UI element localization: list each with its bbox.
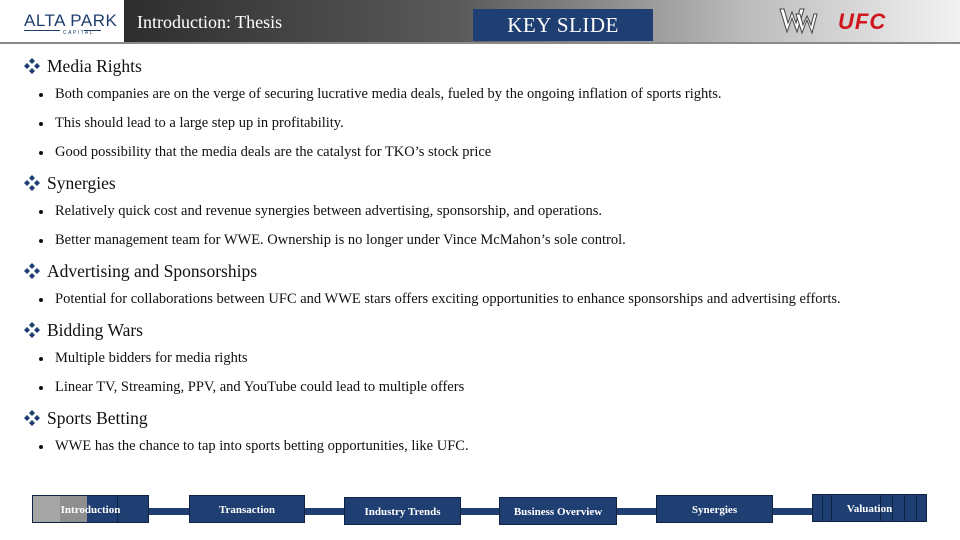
list-item: Potential for collaborations between UFC… <box>24 289 944 310</box>
section-title: Synergies <box>47 172 116 193</box>
section-advertising-sponsorships: Advertising and Sponsorships Potential f… <box>24 259 944 310</box>
thesis-content: Media Rights Both companies are on the v… <box>24 54 944 465</box>
nav-label: Introduction <box>60 504 121 516</box>
nav-connector <box>148 508 190 515</box>
nav-valuation[interactable]: Valuation <box>812 494 927 522</box>
section-synergies: Synergies Relatively quick cost and reve… <box>24 171 944 251</box>
section-bidding-wars: Bidding Wars Multiple bidders for media … <box>24 318 944 398</box>
nav-connector <box>460 508 500 515</box>
section-title: Sports Betting <box>47 407 148 428</box>
list-item: Better management team for WWE. Ownershi… <box>24 230 944 251</box>
page-title: Introduction: Thesis <box>137 12 283 32</box>
list-item: Multiple bidders for media rights <box>24 348 944 369</box>
nav-transaction[interactable]: Transaction <box>189 495 305 523</box>
nav-label: Valuation <box>846 503 893 515</box>
key-slide-badge: KEY SLIDE <box>473 9 653 41</box>
bullet-text: WWE has the chance to tap into sports be… <box>55 438 469 454</box>
nav-label: Transaction <box>218 504 276 516</box>
section-header: Bidding Wars <box>24 318 944 342</box>
list-item: WWE has the chance to tap into sports be… <box>24 436 944 457</box>
wwe-logo-icon <box>779 8 818 35</box>
nav-connector <box>772 508 813 515</box>
bullet-dot-icon <box>39 238 43 243</box>
ufc-logo: UFC <box>838 9 887 34</box>
diamond-bullet-icon <box>24 175 40 191</box>
section-title: Bidding Wars <box>47 319 143 340</box>
section-header: Advertising and Sponsorships <box>24 259 944 283</box>
section-title: Media Rights <box>47 55 142 76</box>
bullet-text: This should lead to a large step up in p… <box>55 115 344 131</box>
nav-connector <box>616 508 657 515</box>
bullet-dot-icon <box>39 121 43 126</box>
section-media-rights: Media Rights Both companies are on the v… <box>24 54 944 163</box>
logo-rule-right <box>84 30 101 31</box>
diamond-bullet-icon <box>24 410 40 426</box>
bullet-dot-icon <box>39 150 43 155</box>
bullet-dot-icon <box>39 297 43 302</box>
section-header: Synergies <box>24 171 944 195</box>
bullet-text: Potential for collaborations between UFC… <box>55 291 841 307</box>
nav-industry-trends[interactable]: Industry Trends <box>344 497 461 525</box>
list-item: This should lead to a large step up in p… <box>24 113 944 134</box>
nav-connector <box>304 508 345 515</box>
section-sports-betting: Sports Betting WWE has the chance to tap… <box>24 406 944 457</box>
bullet-text: Better management team for WWE. Ownershi… <box>55 232 626 248</box>
bullet-dot-icon <box>39 356 43 361</box>
bullet-dot-icon <box>39 92 43 97</box>
bullet-dot-icon <box>39 385 43 390</box>
bullet-text: Relatively quick cost and revenue synerg… <box>55 203 602 219</box>
nav-introduction[interactable]: Introduction <box>32 495 149 523</box>
list-item: Linear TV, Streaming, PPV, and YouTube c… <box>24 377 944 398</box>
section-title: Advertising and Sponsorships <box>47 260 257 281</box>
logo-main-text: ALTA PARK <box>24 11 118 30</box>
nav-label: Industry Trends <box>364 506 441 518</box>
nav-synergies[interactable]: Synergies <box>656 495 773 523</box>
section-header: Sports Betting <box>24 406 944 430</box>
list-item: Relatively quick cost and revenue synerg… <box>24 201 944 222</box>
header-divider <box>0 42 960 44</box>
nav-divider <box>904 495 905 521</box>
alta-park-logo: ALTA PARK CAPITAL <box>0 0 124 43</box>
nav-divider <box>916 495 917 521</box>
diamond-bullet-icon <box>24 322 40 338</box>
bullet-text: Good possibility that the media deals ar… <box>55 144 492 160</box>
nav-label: Business Overview <box>513 506 603 518</box>
diamond-bullet-icon <box>24 58 40 74</box>
bullet-dot-icon <box>39 444 43 449</box>
diamond-bullet-icon <box>24 263 40 279</box>
section-header: Media Rights <box>24 54 944 78</box>
list-item: Both companies are on the verge of secur… <box>24 84 944 105</box>
nav-divider <box>892 495 893 521</box>
section-tracker-nav: Introduction Transaction Industry Trends… <box>0 492 960 528</box>
progress-fill <box>33 496 60 522</box>
nav-label: Synergies <box>691 504 738 516</box>
nav-divider <box>822 495 823 521</box>
bullet-text: Linear TV, Streaming, PPV, and YouTube c… <box>55 379 465 395</box>
slide-header: ALTA PARK CAPITAL Introduction: Thesis K… <box>0 0 960 44</box>
bullet-text: Both companies are on the verge of secur… <box>55 86 722 102</box>
logo-rule-left <box>24 30 60 31</box>
bullet-text: Multiple bidders for media rights <box>55 350 248 366</box>
bullet-dot-icon <box>39 209 43 214</box>
list-item: Good possibility that the media deals ar… <box>24 142 944 163</box>
nav-business-overview[interactable]: Business Overview <box>499 497 617 525</box>
nav-divider <box>831 495 832 521</box>
